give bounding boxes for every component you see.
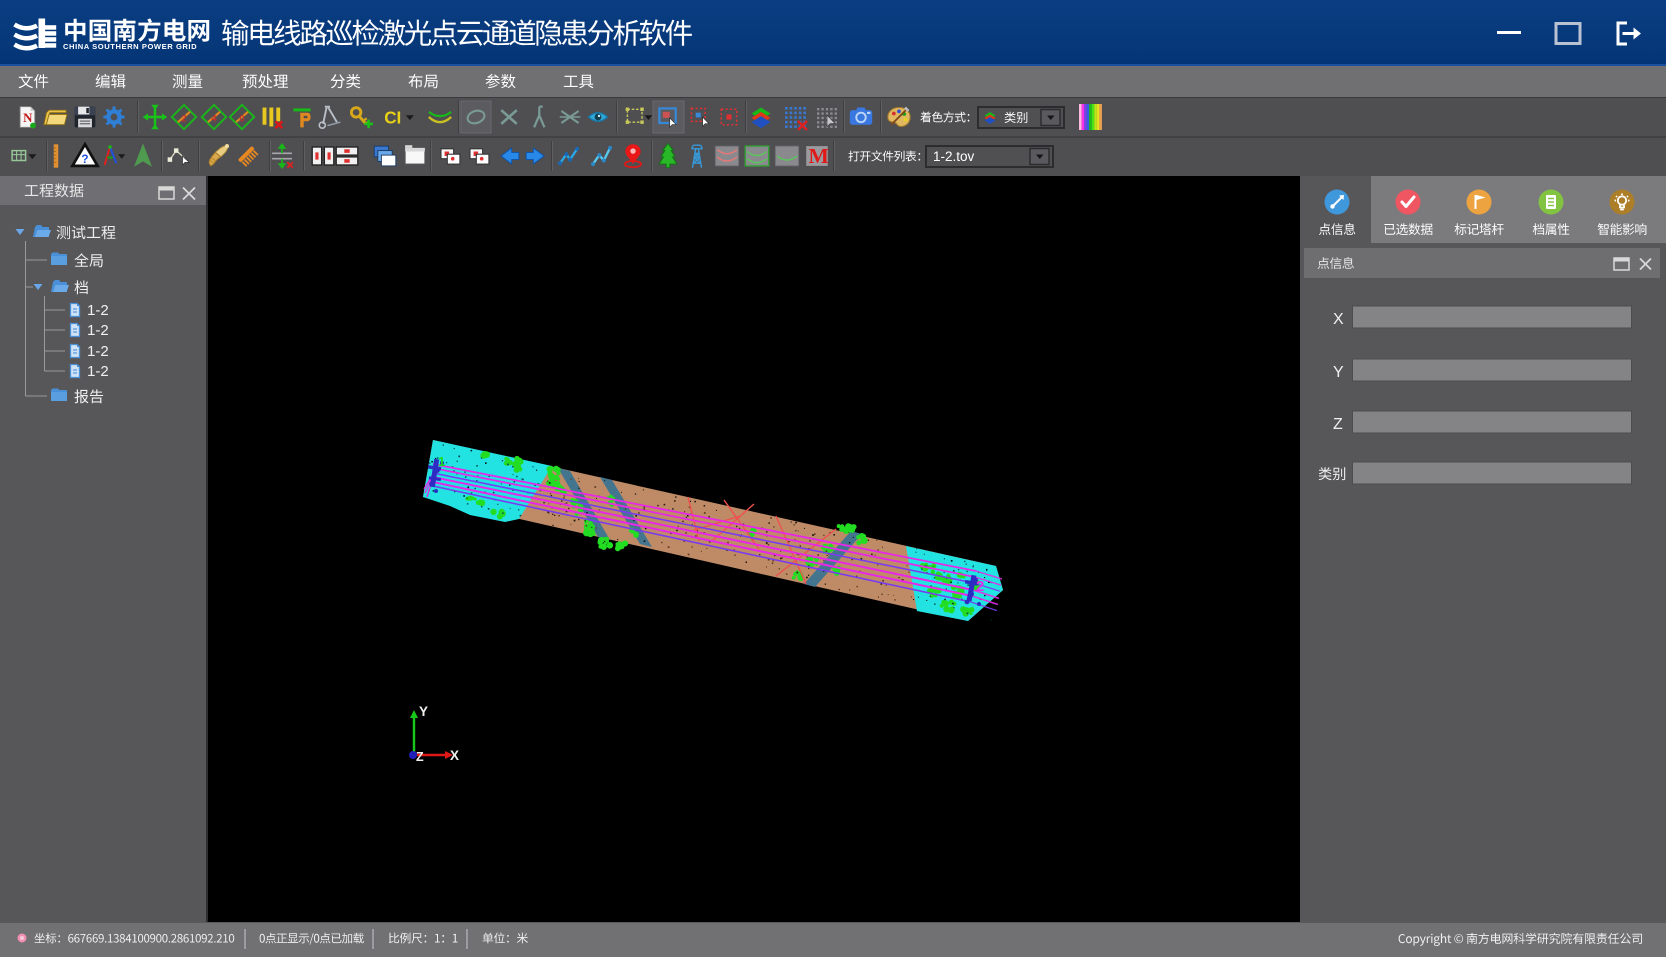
svg-text:X: X xyxy=(1333,311,1344,328)
svg-text:2: 2 xyxy=(181,113,186,124)
svg-text:2: 2 xyxy=(976,578,984,595)
svg-text:1-2: 1-2 xyxy=(87,302,109,319)
svg-text:Z: Z xyxy=(1333,416,1343,433)
svg-text:4: 4 xyxy=(211,113,217,124)
svg-text:1-2: 1-2 xyxy=(87,343,109,360)
svg-text:Y: Y xyxy=(419,704,428,719)
svg-text:CHINA SOUTHERN POWER GRID: CHINA SOUTHERN POWER GRID xyxy=(63,42,197,51)
svg-text:1-2: 1-2 xyxy=(87,322,109,339)
svg-text:1: 1 xyxy=(438,454,445,469)
svg-text:X: X xyxy=(450,748,459,763)
svg-text:Z: Z xyxy=(416,750,424,764)
svg-text:?: ? xyxy=(81,153,88,166)
svg-text:M: M xyxy=(808,144,828,168)
svg-text:Y: Y xyxy=(1333,364,1344,381)
svg-text:0: 0 xyxy=(239,113,244,124)
svg-text:CI: CI xyxy=(384,108,401,127)
svg-text:1-2: 1-2 xyxy=(87,363,109,380)
svg-text:1-2.tov: 1-2.tov xyxy=(933,149,975,164)
